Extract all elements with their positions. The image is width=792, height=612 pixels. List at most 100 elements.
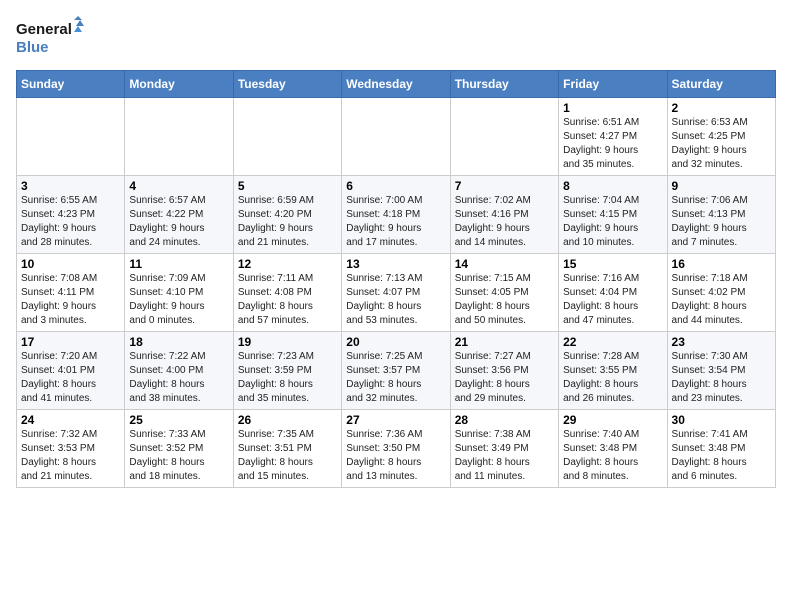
calendar-cell: 5Sunrise: 6:59 AM Sunset: 4:20 PM Daylig…	[233, 176, 341, 254]
day-info: Sunrise: 7:00 AM Sunset: 4:18 PM Dayligh…	[346, 194, 445, 250]
calendar-cell: 6Sunrise: 7:00 AM Sunset: 4:18 PM Daylig…	[342, 176, 450, 254]
day-number: 5	[238, 179, 337, 193]
day-info: Sunrise: 7:15 AM Sunset: 4:05 PM Dayligh…	[455, 272, 554, 328]
logo-svg: General Blue	[16, 16, 86, 60]
day-number: 17	[21, 335, 120, 349]
day-number: 11	[129, 257, 228, 271]
day-number: 13	[346, 257, 445, 271]
day-info: Sunrise: 7:36 AM Sunset: 3:50 PM Dayligh…	[346, 428, 445, 484]
day-info: Sunrise: 7:08 AM Sunset: 4:11 PM Dayligh…	[21, 272, 120, 328]
calendar-cell: 24Sunrise: 7:32 AM Sunset: 3:53 PM Dayli…	[17, 410, 125, 488]
day-info: Sunrise: 7:32 AM Sunset: 3:53 PM Dayligh…	[21, 428, 120, 484]
day-number: 16	[672, 257, 771, 271]
day-info: Sunrise: 7:18 AM Sunset: 4:02 PM Dayligh…	[672, 272, 771, 328]
calendar-cell: 17Sunrise: 7:20 AM Sunset: 4:01 PM Dayli…	[17, 332, 125, 410]
calendar-week-row: 3Sunrise: 6:55 AM Sunset: 4:23 PM Daylig…	[17, 176, 776, 254]
day-number: 8	[563, 179, 662, 193]
day-info: Sunrise: 7:04 AM Sunset: 4:15 PM Dayligh…	[563, 194, 662, 250]
calendar-cell: 2Sunrise: 6:53 AM Sunset: 4:25 PM Daylig…	[667, 98, 775, 176]
calendar-cell: 19Sunrise: 7:23 AM Sunset: 3:59 PM Dayli…	[233, 332, 341, 410]
day-info: Sunrise: 7:23 AM Sunset: 3:59 PM Dayligh…	[238, 350, 337, 406]
day-number: 7	[455, 179, 554, 193]
svg-text:General: General	[16, 21, 72, 38]
calendar-cell: 28Sunrise: 7:38 AM Sunset: 3:49 PM Dayli…	[450, 410, 558, 488]
day-info: Sunrise: 7:28 AM Sunset: 3:55 PM Dayligh…	[563, 350, 662, 406]
day-number: 14	[455, 257, 554, 271]
day-number: 26	[238, 413, 337, 427]
day-number: 9	[672, 179, 771, 193]
calendar-header-row: SundayMondayTuesdayWednesdayThursdayFrid…	[17, 71, 776, 98]
calendar-week-row: 1Sunrise: 6:51 AM Sunset: 4:27 PM Daylig…	[17, 98, 776, 176]
calendar-cell	[342, 98, 450, 176]
day-of-week-header: Monday	[125, 71, 233, 98]
calendar-cell: 22Sunrise: 7:28 AM Sunset: 3:55 PM Dayli…	[559, 332, 667, 410]
day-info: Sunrise: 6:51 AM Sunset: 4:27 PM Dayligh…	[563, 116, 662, 172]
day-number: 15	[563, 257, 662, 271]
day-number: 4	[129, 179, 228, 193]
logo: General Blue	[16, 16, 86, 60]
calendar-cell: 30Sunrise: 7:41 AM Sunset: 3:48 PM Dayli…	[667, 410, 775, 488]
day-info: Sunrise: 7:38 AM Sunset: 3:49 PM Dayligh…	[455, 428, 554, 484]
calendar-cell: 21Sunrise: 7:27 AM Sunset: 3:56 PM Dayli…	[450, 332, 558, 410]
calendar-cell: 23Sunrise: 7:30 AM Sunset: 3:54 PM Dayli…	[667, 332, 775, 410]
calendar-cell: 27Sunrise: 7:36 AM Sunset: 3:50 PM Dayli…	[342, 410, 450, 488]
calendar-cell: 1Sunrise: 6:51 AM Sunset: 4:27 PM Daylig…	[559, 98, 667, 176]
day-info: Sunrise: 7:35 AM Sunset: 3:51 PM Dayligh…	[238, 428, 337, 484]
calendar-table: SundayMondayTuesdayWednesdayThursdayFrid…	[16, 70, 776, 488]
calendar-cell	[450, 98, 558, 176]
day-info: Sunrise: 7:27 AM Sunset: 3:56 PM Dayligh…	[455, 350, 554, 406]
day-of-week-header: Thursday	[450, 71, 558, 98]
day-info: Sunrise: 7:40 AM Sunset: 3:48 PM Dayligh…	[563, 428, 662, 484]
calendar-cell: 29Sunrise: 7:40 AM Sunset: 3:48 PM Dayli…	[559, 410, 667, 488]
day-number: 28	[455, 413, 554, 427]
day-info: Sunrise: 7:33 AM Sunset: 3:52 PM Dayligh…	[129, 428, 228, 484]
day-number: 22	[563, 335, 662, 349]
day-of-week-header: Tuesday	[233, 71, 341, 98]
day-info: Sunrise: 7:02 AM Sunset: 4:16 PM Dayligh…	[455, 194, 554, 250]
day-info: Sunrise: 7:25 AM Sunset: 3:57 PM Dayligh…	[346, 350, 445, 406]
calendar-cell: 7Sunrise: 7:02 AM Sunset: 4:16 PM Daylig…	[450, 176, 558, 254]
day-info: Sunrise: 6:55 AM Sunset: 4:23 PM Dayligh…	[21, 194, 120, 250]
day-number: 6	[346, 179, 445, 193]
day-info: Sunrise: 7:09 AM Sunset: 4:10 PM Dayligh…	[129, 272, 228, 328]
day-number: 24	[21, 413, 120, 427]
day-number: 29	[563, 413, 662, 427]
calendar-cell: 25Sunrise: 7:33 AM Sunset: 3:52 PM Dayli…	[125, 410, 233, 488]
day-number: 20	[346, 335, 445, 349]
day-number: 23	[672, 335, 771, 349]
day-of-week-header: Sunday	[17, 71, 125, 98]
day-info: Sunrise: 7:11 AM Sunset: 4:08 PM Dayligh…	[238, 272, 337, 328]
day-number: 21	[455, 335, 554, 349]
calendar-cell: 4Sunrise: 6:57 AM Sunset: 4:22 PM Daylig…	[125, 176, 233, 254]
day-info: Sunrise: 6:57 AM Sunset: 4:22 PM Dayligh…	[129, 194, 228, 250]
day-info: Sunrise: 6:53 AM Sunset: 4:25 PM Dayligh…	[672, 116, 771, 172]
calendar-cell: 10Sunrise: 7:08 AM Sunset: 4:11 PM Dayli…	[17, 254, 125, 332]
calendar-cell: 9Sunrise: 7:06 AM Sunset: 4:13 PM Daylig…	[667, 176, 775, 254]
day-number: 18	[129, 335, 228, 349]
calendar-cell: 20Sunrise: 7:25 AM Sunset: 3:57 PM Dayli…	[342, 332, 450, 410]
page-header: General Blue	[16, 16, 776, 60]
calendar-cell: 18Sunrise: 7:22 AM Sunset: 4:00 PM Dayli…	[125, 332, 233, 410]
day-info: Sunrise: 7:13 AM Sunset: 4:07 PM Dayligh…	[346, 272, 445, 328]
calendar-cell: 13Sunrise: 7:13 AM Sunset: 4:07 PM Dayli…	[342, 254, 450, 332]
day-number: 2	[672, 101, 771, 115]
day-of-week-header: Wednesday	[342, 71, 450, 98]
day-info: Sunrise: 7:30 AM Sunset: 3:54 PM Dayligh…	[672, 350, 771, 406]
day-number: 10	[21, 257, 120, 271]
day-number: 25	[129, 413, 228, 427]
day-info: Sunrise: 7:06 AM Sunset: 4:13 PM Dayligh…	[672, 194, 771, 250]
svg-text:Blue: Blue	[16, 39, 49, 56]
day-number: 19	[238, 335, 337, 349]
day-of-week-header: Saturday	[667, 71, 775, 98]
calendar-week-row: 10Sunrise: 7:08 AM Sunset: 4:11 PM Dayli…	[17, 254, 776, 332]
day-number: 27	[346, 413, 445, 427]
calendar-week-row: 17Sunrise: 7:20 AM Sunset: 4:01 PM Dayli…	[17, 332, 776, 410]
calendar-cell	[233, 98, 341, 176]
calendar-cell	[125, 98, 233, 176]
calendar-cell: 14Sunrise: 7:15 AM Sunset: 4:05 PM Dayli…	[450, 254, 558, 332]
day-info: Sunrise: 7:22 AM Sunset: 4:00 PM Dayligh…	[129, 350, 228, 406]
calendar-cell: 12Sunrise: 7:11 AM Sunset: 4:08 PM Dayli…	[233, 254, 341, 332]
calendar-cell: 26Sunrise: 7:35 AM Sunset: 3:51 PM Dayli…	[233, 410, 341, 488]
calendar-week-row: 24Sunrise: 7:32 AM Sunset: 3:53 PM Dayli…	[17, 410, 776, 488]
day-number: 1	[563, 101, 662, 115]
